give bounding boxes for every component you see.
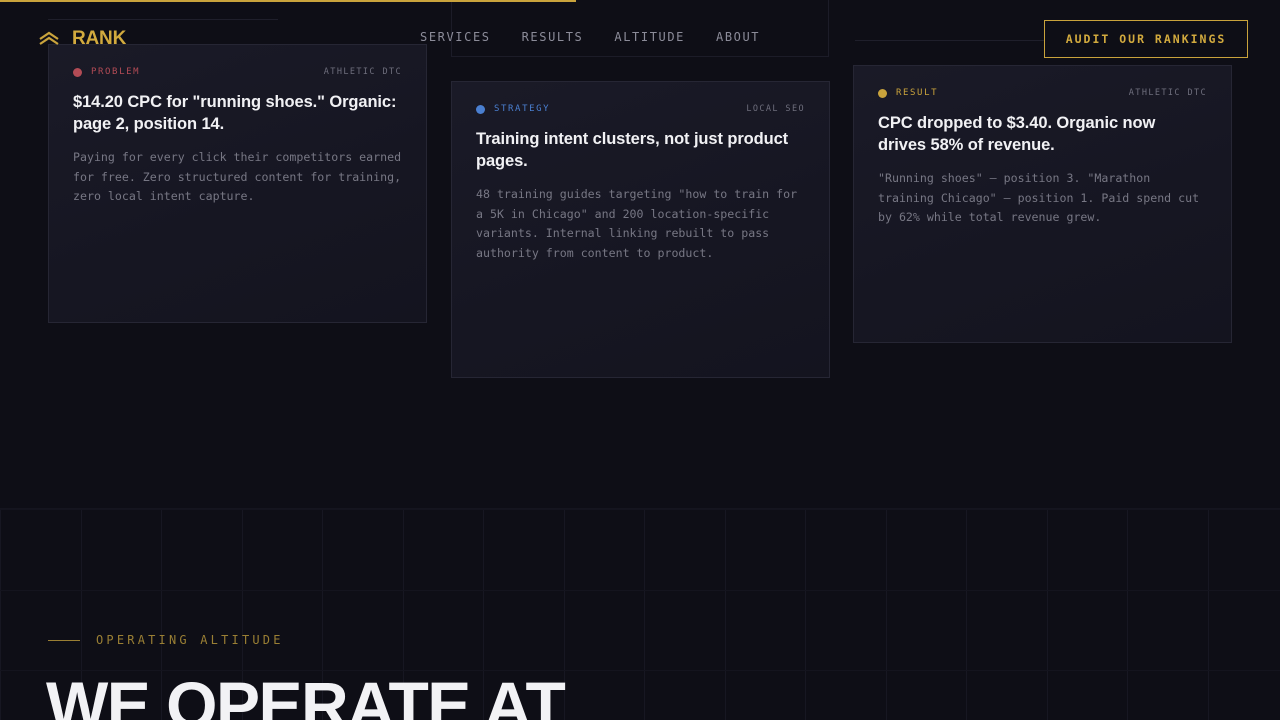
- card-tag-label: STRATEGY: [494, 104, 551, 114]
- card-tag: RESULT: [878, 88, 938, 98]
- grid-vline: [966, 509, 967, 720]
- grid-hline: [0, 589, 1280, 591]
- eyebrow-rule: [48, 639, 80, 641]
- grid-vline: [644, 509, 645, 720]
- case-card-result: RESULT ATHLETIC DTC CPC dropped to $3.40…: [853, 65, 1232, 343]
- nav-link-services[interactable]: SERVICES: [420, 30, 491, 44]
- eyebrow-label: OPERATING ALTITUDE: [96, 633, 284, 647]
- card-title: $14.20 CPC for "running shoes." Organic:…: [73, 93, 397, 133]
- grid-vline: [885, 509, 887, 720]
- card-client-label: LOCAL SEO: [746, 104, 805, 114]
- grid-vline: [1046, 509, 1048, 720]
- card-header: RESULT ATHLETIC DTC: [878, 88, 1207, 98]
- case-card-strategy: STRATEGY LOCAL SEO Training intent clust…: [451, 81, 830, 378]
- main-nav: SERVICES RESULTS ALTITUDE ABOUT: [420, 30, 760, 44]
- card-client-label: ATHLETIC DTC: [1128, 88, 1207, 98]
- nav-link-results[interactable]: RESULTS: [522, 30, 584, 44]
- card-header: STRATEGY LOCAL SEO: [476, 104, 805, 114]
- section-headline: WE OPERATE AT: [46, 668, 566, 720]
- case-card-problem: PROBLEM ATHLETIC DTC $14.20 CPC for "run…: [48, 44, 427, 323]
- brand-logo[interactable]: RANK: [38, 28, 126, 50]
- chevron-stack-icon: [39, 31, 59, 45]
- audit-rankings-button[interactable]: AUDIT OUR RANKINGS: [1044, 20, 1248, 58]
- card-body: Paying for every click their competitors…: [73, 150, 402, 204]
- nav-link-altitude[interactable]: ALTITUDE: [614, 30, 685, 44]
- brand-name: RANK: [72, 28, 127, 49]
- card-tag-label: RESULT: [896, 88, 939, 98]
- section-eyebrow: OPERATING ALTITUDE: [48, 633, 284, 647]
- site-header: RANK SERVICES RESULTS ALTITUDE ABOUT AUD…: [0, 0, 1280, 76]
- status-dot-icon: [878, 88, 887, 98]
- grid-vline: [1127, 509, 1128, 720]
- scroll-progress-bar: [0, 0, 576, 2]
- card-tag: STRATEGY: [476, 104, 550, 114]
- card-title: Training intent clusters, not just produ…: [476, 130, 789, 170]
- grid-vline: [724, 509, 726, 720]
- grid-vline: [1207, 509, 1209, 720]
- grid-hline: [0, 509, 1280, 510]
- card-title: CPC dropped to $3.40. Organic now drives…: [878, 114, 1156, 154]
- nav-link-about[interactable]: ABOUT: [716, 30, 760, 44]
- status-dot-icon: [476, 104, 485, 114]
- grid-vline: [805, 509, 806, 720]
- card-body: 48 training guides targeting "how to tra…: [476, 187, 798, 260]
- card-body: "Running shoes" — position 3. "Marathon …: [878, 171, 1200, 225]
- grid-vline: [0, 509, 1, 720]
